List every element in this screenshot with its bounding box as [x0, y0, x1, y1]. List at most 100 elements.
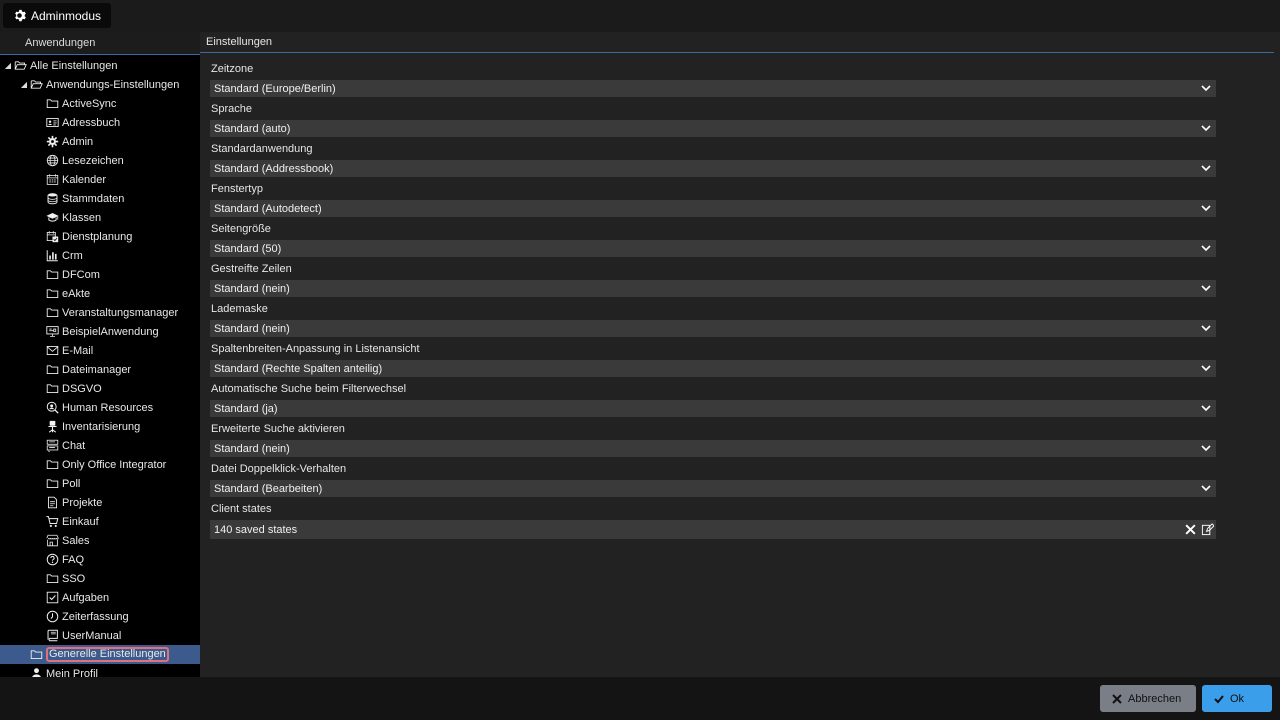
sidebar-item[interactable]: Admin: [0, 132, 200, 151]
chevron-down-icon: [1201, 245, 1211, 252]
chevron-down-icon: [1201, 325, 1211, 332]
setting-select[interactable]: Standard (Autodetect): [210, 200, 1216, 217]
sidebar-item[interactable]: FAQ: [0, 550, 200, 569]
sidebar-item[interactable]: Zeiterfassung: [0, 607, 200, 626]
clear-icon[interactable]: [1184, 523, 1197, 536]
setting-select[interactable]: Standard (Rechte Spalten anteilig): [210, 360, 1216, 377]
sidebar-item[interactable]: Chat: [0, 436, 200, 455]
question-circle-icon: [45, 553, 59, 567]
setting-select-value: Standard (Europe/Berlin): [214, 82, 336, 95]
sidebar-item[interactable]: Dienstplanung: [0, 227, 200, 246]
setting-select[interactable]: Standard (50): [210, 240, 1216, 257]
chevron-down-icon: [1201, 285, 1211, 292]
sidebar-item[interactable]: Lesezeichen: [0, 151, 200, 170]
setting-select[interactable]: Standard (auto): [210, 120, 1216, 137]
sidebar-item[interactable]: Mein Profil: [0, 664, 200, 677]
check-icon: [1214, 694, 1224, 703]
folder-icon: [45, 306, 59, 320]
sidebar-item-label: Human Resources: [62, 401, 154, 414]
sidebar-item-label: E-Mail: [62, 344, 94, 357]
client-states-field[interactable]: 140 saved states: [210, 520, 1216, 539]
sidebar-header-label: Anwendungen: [25, 37, 96, 49]
sidebar-item[interactable]: Klassen: [0, 208, 200, 227]
sidebar-item[interactable]: eAkte: [0, 284, 200, 303]
setting-label: Fenstertyp: [211, 183, 263, 195]
expand-toggle-icon[interactable]: ◢: [3, 61, 13, 70]
sidebar-item-label: Alle Einstellungen: [30, 59, 118, 72]
sidebar-item[interactable]: Dateimanager: [0, 360, 200, 379]
sidebar-item[interactable]: Crm: [0, 246, 200, 265]
gear-icon: [45, 135, 59, 149]
graduation-cap-icon: [45, 211, 59, 225]
admin-mode-button[interactable]: Adminmodus: [3, 3, 112, 28]
cancel-button[interactable]: Abbrechen: [1100, 685, 1196, 712]
cancel-button-label: Abbrechen: [1128, 692, 1182, 705]
sidebar-item[interactable]: UserManual: [0, 626, 200, 645]
setting-label: Lademaske: [211, 303, 268, 315]
document-icon: [45, 496, 59, 510]
setting-select[interactable]: Standard (Europe/Berlin): [210, 80, 1216, 97]
folder-icon: [45, 287, 59, 301]
monitor-icon: [45, 325, 59, 339]
globe-icon: [45, 154, 59, 168]
page-title: Einstellungen: [206, 36, 273, 48]
sidebar-item-label: FAQ: [62, 553, 85, 566]
setting-select[interactable]: Standard (Addressbook): [210, 160, 1216, 177]
setting-select[interactable]: Standard (nein): [210, 320, 1216, 337]
sidebar-item[interactable]: Aufgaben: [0, 588, 200, 607]
sidebar-item[interactable]: Sales: [0, 531, 200, 550]
sidebar: Anwendungen ◢ Alle Einstellungen ◢ Anwendun…: [0, 32, 200, 677]
sidebar-item[interactable]: Projekte: [0, 493, 200, 512]
sidebar-item[interactable]: ActiveSync: [0, 94, 200, 113]
user-icon: [29, 667, 43, 677]
envelope-icon: [45, 344, 59, 358]
sidebar-item[interactable]: ◢ Anwendungs-Einstellungen: [0, 75, 200, 94]
sidebar-item-label: Admin: [62, 135, 94, 148]
sidebar-item-label: Projekte: [62, 496, 103, 509]
setting-label: Zeitzone: [211, 63, 254, 75]
expand-toggle-icon[interactable]: ◢: [19, 80, 29, 89]
sidebar-item-label: Adressbuch: [62, 116, 121, 129]
ok-button[interactable]: Ok: [1202, 685, 1272, 712]
chevron-down-icon: [1201, 165, 1211, 172]
sidebar-item[interactable]: DFCom: [0, 265, 200, 284]
sidebar-item-label: Only Office Integrator: [62, 458, 167, 471]
sidebar-item[interactable]: Adressbuch: [0, 113, 200, 132]
edit-icon[interactable]: [1201, 523, 1214, 536]
setting-label: Gestreifte Zeilen: [211, 263, 292, 275]
setting-select-value: Standard (nein): [214, 442, 290, 455]
sidebar-item[interactable]: ◢ Alle Einstellungen: [0, 56, 200, 75]
sidebar-item[interactable]: Only Office Integrator: [0, 455, 200, 474]
sidebar-item[interactable]: Stammdaten: [0, 189, 200, 208]
sidebar-item[interactable]: Human Resources: [0, 398, 200, 417]
setting-select[interactable]: Standard (nein): [210, 440, 1216, 457]
setting-label: Erweiterte Suche aktivieren: [211, 423, 345, 435]
dialog-footer: Abbrechen Ok: [0, 677, 1280, 720]
chat-icon: [45, 439, 59, 453]
setting-select[interactable]: Standard (Bearbeiten): [210, 480, 1216, 497]
checkbox-icon: [45, 591, 59, 605]
sidebar-item[interactable]: Einkauf: [0, 512, 200, 531]
main-panel: Einstellungen Zeitzone Standard (Europe/B…: [200, 32, 1280, 677]
sidebar-item[interactable]: Poll: [0, 474, 200, 493]
client-states-label: Client states: [211, 503, 272, 515]
folder-icon: [45, 363, 59, 377]
calendar-check-icon: [45, 230, 59, 244]
ok-button-label: Ok: [1230, 692, 1245, 705]
sidebar-item-label: Sales: [62, 534, 90, 547]
sidebar-item[interactable]: Veranstaltungsmanager: [0, 303, 200, 322]
cart-icon: [45, 515, 59, 529]
sidebar-item[interactable]: SSO: [0, 569, 200, 588]
setting-select-value: Standard (nein): [214, 282, 290, 295]
setting-select[interactable]: Standard (ja): [210, 400, 1216, 417]
sidebar-item[interactable]: DSGVO: [0, 379, 200, 398]
sidebar-item[interactable]: Kalender: [0, 170, 200, 189]
chevron-down-icon: [1201, 125, 1211, 132]
setting-select[interactable]: Standard (nein): [210, 280, 1216, 297]
sidebar-item-label: Chat: [62, 439, 86, 452]
sidebar-item[interactable]: Inventarisierung: [0, 417, 200, 436]
sidebar-item-label: Poll: [62, 477, 81, 490]
sidebar-item[interactable]: E-Mail: [0, 341, 200, 360]
sidebar-item[interactable]: Generelle Einstellungen: [0, 645, 200, 664]
sidebar-item[interactable]: BeispielAnwendung: [0, 322, 200, 341]
